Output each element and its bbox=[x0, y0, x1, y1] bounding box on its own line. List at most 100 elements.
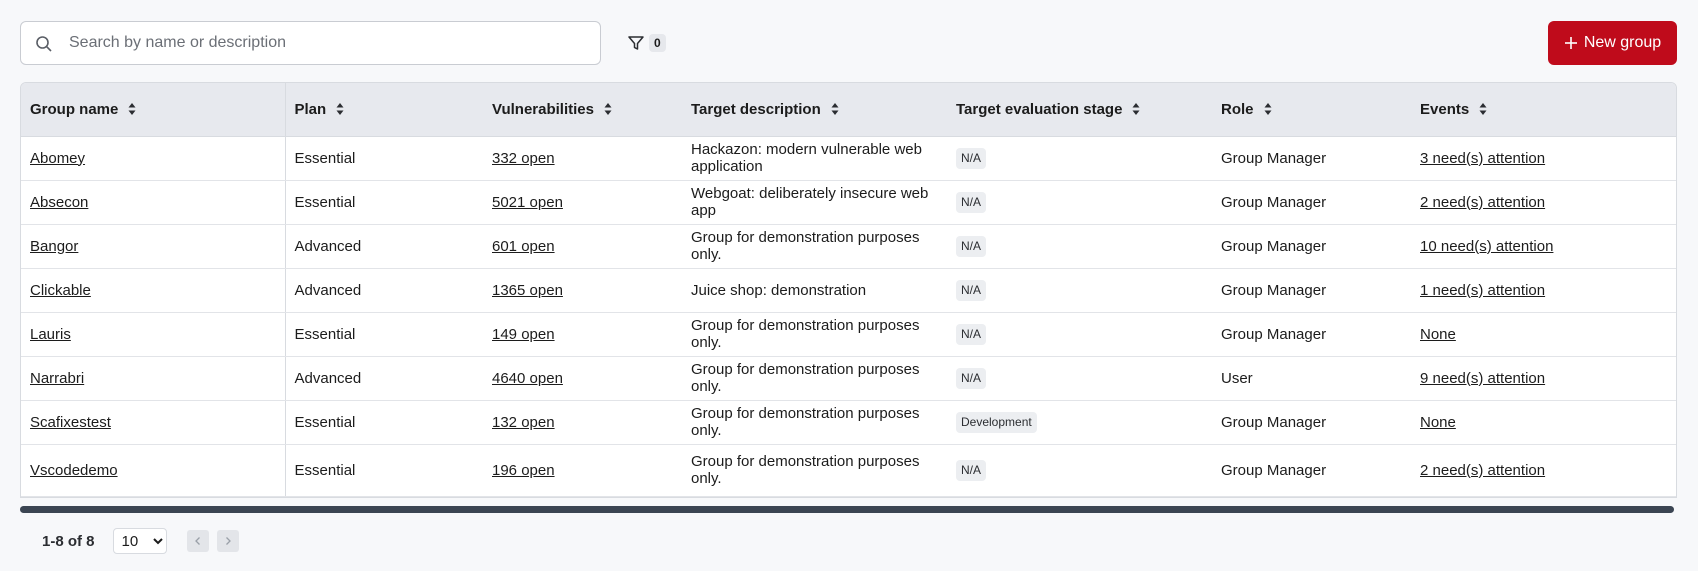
cell-target-evaluation-stage: N/A bbox=[947, 224, 1212, 269]
stage-badge: N/A bbox=[956, 191, 987, 213]
cell-role: Group Manager bbox=[1212, 224, 1411, 269]
vulnerabilities-link[interactable]: 5021 open bbox=[492, 194, 563, 211]
plan-text: Essential bbox=[294, 193, 356, 211]
table-row[interactable]: Bangor Advanced 601 open Group for demonstr… bbox=[21, 224, 1676, 269]
search-input[interactable] bbox=[69, 22, 589, 64]
group-name-link[interactable]: Abomey bbox=[30, 150, 85, 167]
plan-text: Essential bbox=[294, 413, 356, 431]
cell-vulnerabilities: 196 open bbox=[483, 444, 682, 497]
column-header-inner[interactable]: Target evaluation stage bbox=[956, 101, 1203, 118]
sort-icon[interactable] bbox=[128, 102, 136, 116]
new-group-label: New group bbox=[1583, 34, 1662, 51]
cell-group-name: Clickable bbox=[21, 268, 286, 313]
sort-icon[interactable] bbox=[831, 102, 839, 116]
chevron-right-icon bbox=[225, 537, 231, 545]
plan-text: Essential bbox=[294, 149, 356, 167]
filter-count-badge: 0 bbox=[649, 34, 666, 52]
cell-target-evaluation-stage: N/A bbox=[947, 180, 1212, 225]
column-header-inner[interactable]: Group name bbox=[30, 101, 276, 118]
group-name-link[interactable]: Absecon bbox=[30, 194, 88, 211]
sort-icon[interactable] bbox=[604, 102, 612, 116]
column-header-inner[interactable]: Events bbox=[1420, 101, 1669, 118]
cell-vulnerabilities: 1365 open bbox=[483, 268, 682, 313]
cell-group-name: Narrabri bbox=[21, 356, 286, 401]
column-header-inner[interactable]: Plan bbox=[295, 101, 475, 118]
filter-icon bbox=[628, 36, 644, 50]
vulnerabilities-link[interactable]: 1365 open bbox=[492, 282, 563, 299]
column-header-inner[interactable]: Vulnerabilities bbox=[492, 101, 673, 118]
column-header-vulnerabilities[interactable]: Vulnerabilities bbox=[483, 83, 682, 137]
table-body: Abomey Essential 332 open Hackazon: modern … bbox=[21, 136, 1676, 497]
column-header-target-evaluation-stage[interactable]: Target evaluation stage bbox=[947, 83, 1212, 137]
vulnerabilities-link[interactable]: 4640 open bbox=[492, 370, 563, 387]
stage-badge: N/A bbox=[956, 235, 987, 257]
sort-icon[interactable] bbox=[1264, 102, 1272, 116]
target-description-text: Group for demonstration purposes only. bbox=[691, 361, 920, 395]
role-text: Group Manager bbox=[1221, 237, 1327, 255]
stage-badge: N/A bbox=[956, 367, 987, 389]
events-link[interactable]: 3 need(s) attention bbox=[1420, 150, 1545, 167]
cell-events: 3 need(s) attention bbox=[1411, 136, 1676, 181]
events-link[interactable]: 2 need(s) attention bbox=[1420, 462, 1545, 479]
target-description-text: Group for demonstration purposes only. bbox=[691, 317, 920, 351]
horizontal-scrollbar[interactable] bbox=[20, 506, 1674, 513]
group-name-link[interactable]: Vscodedemo bbox=[30, 462, 118, 479]
group-name-link[interactable]: Bangor bbox=[30, 238, 78, 255]
pagination: 1-8 of 8 10 bbox=[42, 528, 239, 554]
column-header-inner[interactable]: Role bbox=[1221, 101, 1402, 118]
next-page-button[interactable] bbox=[216, 530, 239, 552]
column-header-role[interactable]: Role bbox=[1212, 83, 1411, 137]
events-link[interactable]: 9 need(s) attention bbox=[1420, 370, 1545, 387]
plan-text: Advanced bbox=[294, 369, 362, 387]
column-header-inner[interactable]: Target description bbox=[691, 101, 938, 118]
table-row[interactable]: Lauris Essential 149 open Group for demonst… bbox=[21, 312, 1676, 357]
previous-page-button[interactable] bbox=[186, 530, 209, 552]
events-link[interactable]: 2 need(s) attention bbox=[1420, 194, 1545, 211]
cell-target-evaluation-stage: N/A bbox=[947, 444, 1212, 497]
group-name-link[interactable]: Narrabri bbox=[30, 370, 84, 387]
column-header-target-description[interactable]: Target description bbox=[682, 83, 947, 137]
table-row[interactable]: Abomey Essential 332 open Hackazon: modern … bbox=[21, 136, 1676, 181]
events-link[interactable]: 1 need(s) attention bbox=[1420, 282, 1545, 299]
cell-target-description: Webgoat: deliberately insecure web app bbox=[682, 180, 947, 225]
role-text: Group Manager bbox=[1221, 325, 1327, 343]
cell-vulnerabilities: 601 open bbox=[483, 224, 682, 269]
vulnerabilities-link[interactable]: 332 open bbox=[492, 150, 555, 167]
search-box[interactable] bbox=[20, 21, 601, 65]
column-header-group-name[interactable]: Group name bbox=[21, 83, 286, 137]
sort-icon[interactable] bbox=[336, 102, 344, 116]
vulnerabilities-link[interactable]: 601 open bbox=[492, 238, 555, 255]
cell-target-evaluation-stage: N/A bbox=[947, 136, 1212, 181]
stage-badge: N/A bbox=[956, 459, 987, 481]
cell-role: User bbox=[1212, 356, 1411, 401]
new-group-button[interactable]: New group bbox=[1548, 21, 1677, 65]
sort-icon[interactable] bbox=[1132, 102, 1140, 116]
table-row[interactable]: Clickable Advanced 1365 open Juice shop: de… bbox=[21, 268, 1676, 313]
table-row[interactable]: Narrabri Advanced 4640 open Group for demon… bbox=[21, 356, 1676, 401]
events-link[interactable]: None bbox=[1420, 414, 1456, 431]
cell-plan: Essential bbox=[285, 136, 483, 181]
cell-events: 2 need(s) attention bbox=[1411, 444, 1676, 497]
group-name-link[interactable]: Lauris bbox=[30, 326, 71, 343]
events-link[interactable]: None bbox=[1420, 326, 1456, 343]
column-header-events[interactable]: Events bbox=[1411, 83, 1676, 137]
cell-target-description: Group for demonstration purposes only. bbox=[682, 444, 947, 497]
vulnerabilities-link[interactable]: 132 open bbox=[492, 414, 555, 431]
cell-events: None bbox=[1411, 400, 1676, 445]
sort-icon[interactable] bbox=[1479, 102, 1487, 116]
role-text: Group Manager bbox=[1221, 413, 1327, 431]
table-row[interactable]: Scafixestest Essential 132 open Group for d… bbox=[21, 400, 1676, 445]
vulnerabilities-link[interactable]: 196 open bbox=[492, 462, 555, 479]
cell-group-name: Abomey bbox=[21, 136, 286, 181]
table-row[interactable]: Vscodedemo Essential 196 open Group for dem… bbox=[21, 444, 1676, 497]
table-row[interactable]: Absecon Essential 5021 open Webgoat: delibe… bbox=[21, 180, 1676, 225]
stage-badge: N/A bbox=[956, 147, 987, 169]
group-name-link[interactable]: Scafixestest bbox=[30, 414, 111, 431]
events-link[interactable]: 10 need(s) attention bbox=[1420, 238, 1553, 255]
vulnerabilities-link[interactable]: 149 open bbox=[492, 326, 555, 343]
cell-group-name: Bangor bbox=[21, 224, 286, 269]
filter-button[interactable]: 0 bbox=[626, 31, 666, 55]
page-size-select[interactable]: 10 bbox=[112, 528, 167, 554]
group-name-link[interactable]: Clickable bbox=[30, 282, 91, 299]
column-header-plan[interactable]: Plan bbox=[285, 83, 483, 137]
